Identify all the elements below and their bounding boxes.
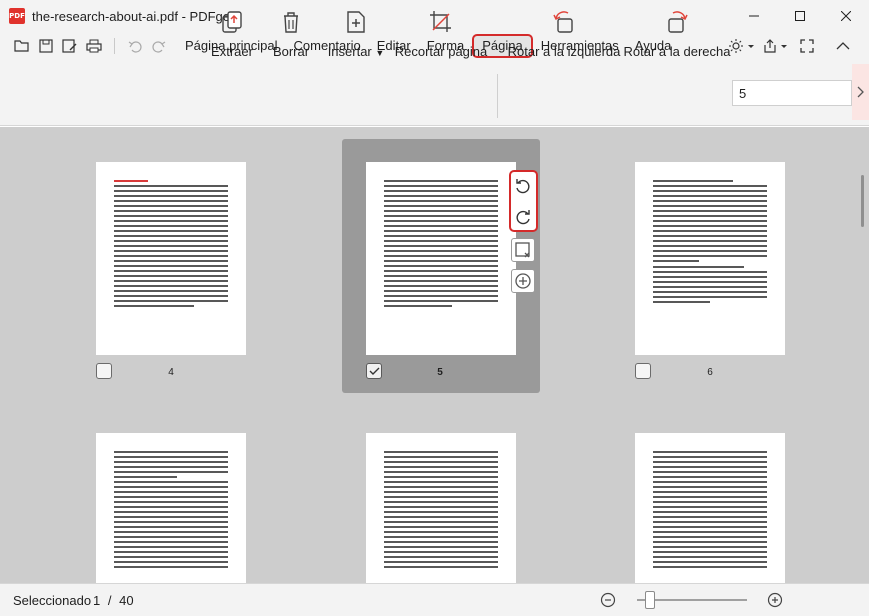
- save-icon: [39, 39, 53, 53]
- vertical-scrollbar[interactable]: [861, 175, 864, 227]
- page-thumbnail-6[interactable]: [635, 162, 785, 355]
- dropdown-caret-icon: ▼: [375, 48, 385, 58]
- insert-button[interactable]: Insertar ▼: [328, 8, 385, 59]
- rotate-right-icon: [664, 8, 690, 36]
- page-6-checkbox[interactable]: [635, 363, 651, 379]
- page-thumbnail-7[interactable]: [96, 433, 246, 583]
- page-5-checkbox[interactable]: [366, 363, 382, 379]
- open-folder-button[interactable]: [10, 34, 34, 58]
- total-pages: 40: [119, 593, 134, 608]
- extract-button[interactable]: Extraer: [211, 8, 253, 59]
- selected-label: Seleccionado: [13, 593, 92, 608]
- page-thumbnail-8[interactable]: [366, 433, 516, 583]
- fullscreen-icon: [800, 39, 814, 53]
- rotate-left-icon: [516, 179, 530, 194]
- crop-icon: [428, 8, 454, 36]
- rotate-left-icon: [551, 8, 577, 36]
- delete-label: Borrar: [272, 44, 310, 59]
- thumb-rotate-left-button[interactable]: [511, 174, 535, 198]
- minimize-button[interactable]: [731, 0, 777, 32]
- minimize-icon: [749, 15, 759, 17]
- close-icon: [841, 11, 851, 21]
- rotate-left-label: Rotar a la izquierda: [507, 44, 621, 59]
- delete-button[interactable]: Borrar: [272, 8, 310, 59]
- collapse-ribbon-button[interactable]: [831, 34, 855, 58]
- menu-right-tools: [727, 34, 855, 58]
- page-text-lines: [384, 180, 498, 355]
- insert-label-text: Insertar: [327, 44, 372, 59]
- toolbar-scroll-right-button[interactable]: [852, 64, 869, 120]
- save-as-button[interactable]: [58, 34, 82, 58]
- rotate-right-icon: [516, 210, 530, 225]
- menu-separator: [114, 38, 115, 54]
- chevron-up-icon: [836, 42, 850, 50]
- save-as-icon: [62, 39, 77, 53]
- theme-button[interactable]: [727, 34, 757, 58]
- maximize-button[interactable]: [777, 0, 823, 32]
- page-thumbnail-4[interactable]: [96, 162, 246, 355]
- thumb-insert-button[interactable]: [511, 269, 535, 293]
- zoom-in-button[interactable]: [767, 592, 783, 608]
- maximize-icon: [795, 11, 805, 21]
- page-text-lines: [653, 180, 767, 355]
- chevron-right-icon: [857, 86, 864, 98]
- page-text-lines: [114, 180, 228, 355]
- checkmark-icon: [369, 367, 380, 375]
- print-button[interactable]: [82, 34, 106, 58]
- zoom-in-icon: [767, 592, 783, 608]
- folder-open-icon: [14, 40, 29, 52]
- page-number-label: 5: [437, 367, 443, 378]
- rotate-right-button[interactable]: Rotar a la derecha: [624, 8, 730, 59]
- toolbar-separator: [497, 74, 498, 118]
- print-icon: [86, 39, 102, 53]
- undo-button[interactable]: [123, 34, 147, 58]
- fullscreen-button[interactable]: [795, 34, 819, 58]
- page-separator: /: [107, 593, 112, 608]
- page-text-lines: [114, 451, 228, 583]
- redo-icon: [152, 41, 166, 53]
- window-controls: [731, 0, 869, 32]
- zoom-out-icon: [600, 592, 616, 608]
- insert-label: Insertar ▼: [328, 44, 385, 59]
- page-4-checkbox[interactable]: [96, 363, 112, 379]
- page-number-label: 4: [168, 367, 174, 378]
- zoom-out-button[interactable]: [600, 592, 616, 608]
- page-thumbnail-9[interactable]: [635, 433, 785, 583]
- plus-circle-icon: [515, 273, 531, 289]
- thumb-rotate-right-button[interactable]: [511, 205, 535, 229]
- zoom-slider-handle[interactable]: [645, 591, 655, 609]
- rotate-right-label: Rotar a la derecha: [623, 44, 731, 59]
- page-number-input[interactable]: [732, 80, 852, 106]
- insert-page-icon: [343, 8, 369, 36]
- share-button[interactable]: [761, 34, 791, 58]
- page-counter: 1 / 40: [93, 593, 134, 608]
- extract-label: Extraer: [211, 44, 253, 59]
- rotate-left-button[interactable]: Rotar a la izquierda: [508, 8, 620, 59]
- save-button[interactable]: [34, 34, 58, 58]
- status-bar: Seleccionado 1 / 40: [0, 583, 869, 616]
- crop-page-button[interactable]: Recortar página: [395, 8, 487, 59]
- share-icon: [764, 39, 787, 53]
- page-text-lines: [653, 451, 767, 583]
- window-title: the-research-about-ai.pdf - PDFgear: [32, 8, 242, 24]
- current-page: 1: [93, 593, 101, 608]
- page-text-lines: [384, 451, 498, 583]
- redo-button[interactable]: [147, 34, 171, 58]
- crop-label: Recortar página: [394, 44, 488, 59]
- sun-icon: [729, 39, 754, 53]
- extract-icon: [219, 8, 245, 36]
- pdfgear-logo-icon: PDF: [9, 8, 25, 24]
- page-number-label: 6: [707, 367, 713, 378]
- page-thumbnail-5[interactable]: [366, 162, 516, 355]
- delete-page-icon: [515, 242, 530, 258]
- thumb-delete-button[interactable]: [511, 238, 535, 262]
- undo-icon: [128, 41, 142, 53]
- trash-icon: [278, 8, 304, 36]
- close-button[interactable]: [823, 0, 869, 32]
